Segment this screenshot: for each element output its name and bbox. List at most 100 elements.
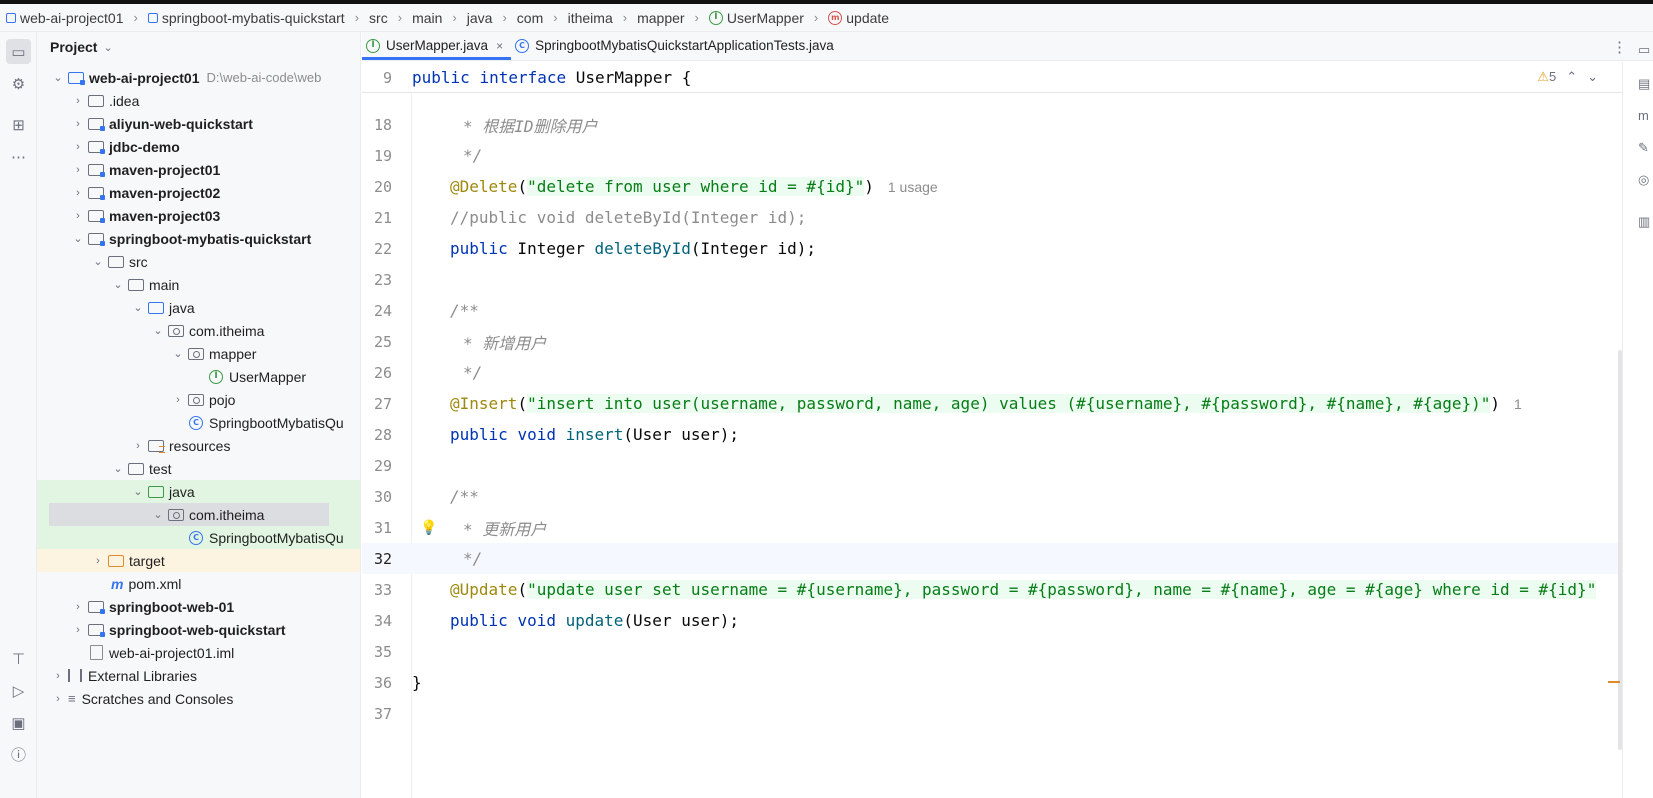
tree-item-java[interactable]: ⌄ java: [37, 296, 360, 319]
tree-item-com-itheima[interactable]: ⌄ com.itheima: [37, 319, 360, 342]
code-line-34[interactable]: 34 public void update(User user);: [362, 605, 1622, 636]
tree-item-main[interactable]: ⌄ main: [37, 273, 360, 296]
tree-item-target[interactable]: › target: [37, 549, 360, 572]
code-line-18[interactable]: 18 * 根据ID删除用户: [362, 109, 1622, 140]
code-line-28[interactable]: 28 public void insert(User user);: [362, 419, 1622, 450]
maven-side-icon[interactable]: m: [1638, 108, 1653, 126]
breadcrumb-item-com[interactable]: com: [515, 10, 545, 26]
tree-item-application-class[interactable]: C SpringbootMybatisQu: [37, 411, 360, 434]
tree-item-external-libraries[interactable]: › External Libraries: [37, 664, 360, 687]
database-icon[interactable]: ▤: [1638, 76, 1653, 94]
tree-item-mapper[interactable]: ⌄ mapper: [37, 342, 360, 365]
build-icon[interactable]: ⊤: [6, 646, 31, 671]
tree-item-test-class[interactable]: C SpringbootMybatisQu: [37, 526, 360, 549]
tree-item-test-com-itheima[interactable]: ⌄ com.itheima: [37, 503, 360, 526]
terminal-icon[interactable]: ▣: [6, 710, 31, 735]
chevron-down-icon[interactable]: ⌄: [151, 324, 165, 337]
code-line-21[interactable]: 21 //public void deleteById(Integer id);: [362, 202, 1622, 233]
chevron-right-icon[interactable]: ›: [71, 601, 85, 613]
tree-item-web-ai-project01[interactable]: ⌄ web-ai-project01 D:\web-ai-code\web: [37, 66, 360, 89]
tree-item-src[interactable]: ⌄ src: [37, 250, 360, 273]
chevron-right-icon[interactable]: ›: [91, 555, 105, 567]
usage-hint[interactable]: 1: [1514, 396, 1522, 412]
tree-item-springboot-web-quickstart[interactable]: › springboot-web-quickstart: [37, 618, 360, 641]
ai-assistant-icon[interactable]: ✎: [1638, 140, 1653, 158]
chevron-right-icon[interactable]: ›: [51, 670, 65, 682]
chevron-down-icon[interactable]: ⌄: [71, 232, 85, 245]
tree-item-usermapper[interactable]: I UserMapper: [37, 365, 360, 388]
tree-item-scratches[interactable]: › ≡ Scratches and Consoles: [37, 687, 360, 710]
breadcrumb-item-itheima[interactable]: itheima: [566, 10, 615, 26]
chevron-right-icon[interactable]: ›: [71, 187, 85, 199]
code-line-27[interactable]: 27 @Insert("insert into user(username, p…: [362, 388, 1622, 419]
chevron-right-icon[interactable]: ›: [131, 440, 145, 452]
chevron-down-icon[interactable]: ⌄: [111, 278, 125, 291]
project-panel-header[interactable]: Project ⌄: [37, 32, 360, 62]
tree-item-aliyun-web-quickstart[interactable]: › aliyun-web-quickstart: [37, 112, 360, 135]
chevron-down-icon[interactable]: ⌄: [91, 255, 105, 268]
chevron-down-icon[interactable]: ⌄: [131, 301, 145, 314]
tab-application-tests[interactable]: C SpringbootMybatisQuickstartApplication…: [511, 31, 842, 60]
breadcrumb-item-module[interactable]: springboot-mybatis-quickstart: [146, 10, 347, 26]
chevron-down-icon[interactable]: ⌄: [51, 71, 65, 84]
usage-hint[interactable]: 1 usage: [888, 179, 938, 195]
tree-item-springboot-mybatis-quickstart[interactable]: ⌄ springboot-mybatis-quickstart: [37, 227, 360, 250]
tree-item-maven-project03[interactable]: › maven-project03: [37, 204, 360, 227]
chevron-down-icon[interactable]: ⌄: [151, 508, 165, 521]
chevron-down-icon[interactable]: ⌄: [131, 485, 145, 498]
close-icon[interactable]: ×: [496, 39, 503, 53]
sticky-header[interactable]: 9 public interface UserMapper { ⚠5 ⌃ ⌄: [362, 62, 1622, 93]
chevron-right-icon[interactable]: ›: [171, 394, 185, 406]
tree-item-jdbc-demo[interactable]: › jdbc-demo: [37, 135, 360, 158]
code-line-25[interactable]: 25 * 新增用户: [362, 326, 1622, 357]
tree-item-test[interactable]: ⌄ test: [37, 457, 360, 480]
chevron-down-icon[interactable]: ⌄: [111, 462, 125, 475]
code-line-35[interactable]: 35: [362, 636, 1622, 667]
chevron-up-icon[interactable]: ⌃: [1566, 69, 1577, 85]
endpoints-icon[interactable]: ◎: [1638, 172, 1653, 190]
tree-item-test-java[interactable]: ⌄ java: [37, 480, 360, 503]
structure-icon[interactable]: ⊞: [6, 112, 31, 137]
breadcrumb-item-project[interactable]: web-ai-project01: [4, 10, 126, 26]
code-editor[interactable]: 9 public interface UserMapper { ⚠5 ⌃ ⌄ 1…: [362, 62, 1622, 798]
tree-item-resources[interactable]: › resources: [37, 434, 360, 457]
breadcrumb-item-mapper[interactable]: mapper: [635, 10, 686, 26]
chevron-right-icon[interactable]: ›: [71, 95, 85, 107]
breadcrumb-item-update[interactable]: m update: [826, 10, 891, 26]
code-line-9[interactable]: 9 public interface UserMapper {: [362, 62, 1622, 93]
breadcrumb-item-usermapper[interactable]: I UserMapper: [707, 10, 806, 26]
chevron-right-icon[interactable]: ›: [51, 693, 65, 705]
breadcrumb-item-java[interactable]: java: [465, 10, 495, 26]
tree-item-maven-project01[interactable]: › maven-project01: [37, 158, 360, 181]
tree-item-idea[interactable]: › .idea: [37, 89, 360, 112]
chevron-down-icon[interactable]: ⌄: [171, 347, 185, 360]
project-view-icon[interactable]: ▭: [6, 39, 31, 64]
chevron-right-icon[interactable]: ›: [71, 141, 85, 153]
code-line-24[interactable]: 24 /**: [362, 295, 1622, 326]
breadcrumb-item-src[interactable]: src: [367, 10, 390, 26]
code-line-19[interactable]: 19 */: [362, 140, 1622, 171]
tree-item-pojo[interactable]: › pojo: [37, 388, 360, 411]
code-line-37[interactable]: 37: [362, 698, 1622, 729]
notifications-icon[interactable]: ▭: [1638, 42, 1653, 60]
lightbulb-icon[interactable]: 💡: [420, 520, 437, 536]
chevron-right-icon[interactable]: ›: [71, 624, 85, 636]
run-icon[interactable]: ▷: [6, 678, 31, 703]
more-tools-icon[interactable]: ⋯: [6, 144, 31, 169]
error-stripe-marker[interactable]: [1608, 681, 1620, 683]
chevron-right-icon[interactable]: ›: [71, 164, 85, 176]
tree-item-springboot-web-01[interactable]: › springboot-web-01: [37, 595, 360, 618]
breadcrumb-item-main[interactable]: main: [410, 10, 444, 26]
code-line-29[interactable]: 29: [362, 450, 1622, 481]
code-line-33[interactable]: 33 @Update("update user set username = #…: [362, 574, 1622, 605]
coverage-icon[interactable]: ▥: [1638, 214, 1653, 232]
code-line-23[interactable]: 23: [362, 264, 1622, 295]
code-line-26[interactable]: 26 */: [362, 357, 1622, 388]
tree-item-iml[interactable]: web-ai-project01.iml: [37, 641, 360, 664]
code-line-22[interactable]: 22 public Integer deleteById(Integer id)…: [362, 233, 1622, 264]
code-line-32[interactable]: 32 */: [362, 543, 1622, 574]
chevron-down-icon[interactable]: ⌄: [1587, 69, 1598, 85]
code-line-20[interactable]: 20 @Delete("delete from user where id = …: [362, 171, 1622, 202]
warning-indicator[interactable]: ⚠5: [1537, 69, 1556, 85]
code-line-30[interactable]: 30 /**: [362, 481, 1622, 512]
